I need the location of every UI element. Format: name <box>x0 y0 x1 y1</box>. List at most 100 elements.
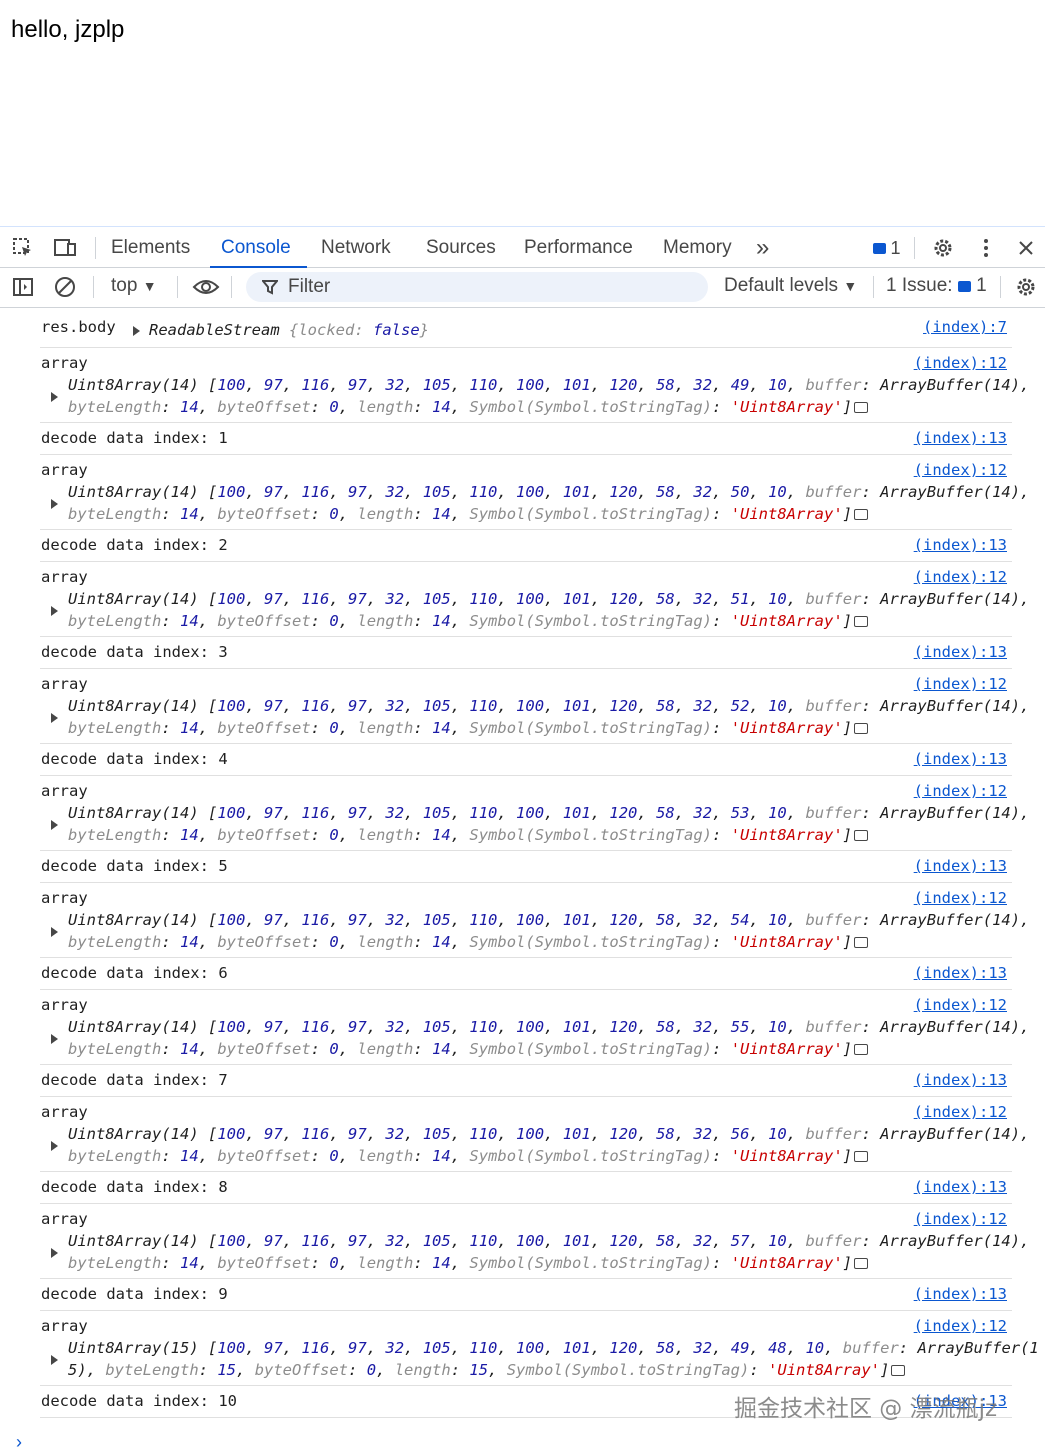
console-settings-gear-icon[interactable] <box>1013 274 1039 300</box>
source-link[interactable]: (index):12 <box>914 568 1007 586</box>
source-link[interactable]: (index):13 <box>914 1285 1007 1303</box>
expand-triangle-icon[interactable] <box>51 499 58 509</box>
source-link[interactable]: (index):12 <box>914 354 1007 372</box>
sidebar-toggle-icon[interactable] <box>10 274 36 300</box>
filter-input[interactable]: Filter <box>246 272 708 302</box>
source-link[interactable]: (index):13 <box>914 429 1007 447</box>
array-preview-line[interactable]: byteLength: 14, byteOffset: 0, length: 1… <box>68 505 869 523</box>
expand-triangle-icon[interactable] <box>51 1248 58 1258</box>
expand-triangle-icon[interactable] <box>51 1141 58 1151</box>
array-preview-line[interactable]: byteLength: 14, byteOffset: 0, length: 1… <box>68 612 869 630</box>
source-link[interactable]: (index):12 <box>914 1317 1007 1335</box>
array-value: 58 <box>656 376 675 394</box>
store-global-icon[interactable] <box>854 402 869 413</box>
source-link[interactable]: (index):12 <box>914 996 1007 1014</box>
array-preview-line[interactable]: Uint8Array(14) [100, 97, 116, 97, 32, 10… <box>68 911 1029 929</box>
source-link[interactable]: (index):13 <box>914 750 1007 768</box>
expand-triangle-icon[interactable] <box>51 927 58 937</box>
array-value: 32 <box>693 697 713 715</box>
array-preview-line[interactable]: Uint8Array(14) [100, 97, 116, 97, 32, 10… <box>68 697 1029 715</box>
store-global-icon[interactable] <box>854 1151 869 1162</box>
array-preview-line[interactable]: Uint8Array(14) [100, 97, 116, 97, 32, 10… <box>68 1232 1029 1250</box>
tab-performance[interactable]: Performance <box>524 227 633 268</box>
source-link[interactable]: (index):7 <box>923 318 1007 336</box>
store-global-icon[interactable] <box>891 1365 906 1376</box>
issues-button[interactable]: 1 Issue: 1 <box>886 275 987 297</box>
more-options-icon[interactable] <box>973 235 999 261</box>
array-preview-line[interactable]: Uint8Array(14) [100, 97, 116, 97, 32, 10… <box>68 483 1029 501</box>
expand-triangle-icon[interactable] <box>51 392 58 402</box>
store-global-icon[interactable] <box>854 1258 869 1269</box>
expand-triangle-icon[interactable] <box>51 820 58 830</box>
prop-key: Symbol(Symbol.toStringTag) <box>469 398 713 416</box>
live-expression-eye-icon[interactable] <box>191 274 221 300</box>
array-preview-line[interactable]: byteLength: 14, byteOffset: 0, length: 1… <box>68 1040 869 1058</box>
tab-sources[interactable]: Sources <box>426 227 496 268</box>
store-global-icon[interactable] <box>854 723 869 734</box>
log-value[interactable]: ReadableStream {locked: false} <box>149 321 429 339</box>
array-preview-line[interactable]: Uint8Array(15) [100, 97, 116, 97, 32, 10… <box>68 1339 1039 1357</box>
array-value: 101 <box>562 911 591 929</box>
store-global-icon[interactable] <box>854 937 869 948</box>
source-link[interactable]: (index):12 <box>914 1103 1007 1121</box>
array-preview-line[interactable]: Uint8Array(14) [100, 97, 116, 97, 32, 10… <box>68 376 1029 394</box>
expand-triangle-icon[interactable] <box>51 606 58 616</box>
log-text: decode data index: <box>41 1071 209 1089</box>
array-value: 100 <box>516 1232 545 1250</box>
prop-value: 'Uint8Array' <box>730 398 843 416</box>
array-preview-line[interactable]: Uint8Array(14) [100, 97, 116, 97, 32, 10… <box>68 1125 1029 1143</box>
source-link[interactable]: (index):13 <box>914 536 1007 554</box>
array-preview-line[interactable]: byteLength: 14, byteOffset: 0, length: 1… <box>68 1254 869 1272</box>
source-link[interactable]: (index):12 <box>914 889 1007 907</box>
source-link[interactable]: (index):13 <box>914 964 1007 982</box>
array-preview-line[interactable]: byteLength: 14, byteOffset: 0, length: 1… <box>68 826 869 844</box>
prop-value: 'Uint8Array' <box>730 612 843 630</box>
source-link[interactable]: (index):13 <box>914 857 1007 875</box>
store-global-icon[interactable] <box>854 616 869 627</box>
source-link[interactable]: (index):12 <box>914 782 1007 800</box>
expand-triangle-icon[interactable] <box>133 326 140 336</box>
device-toolbar-icon[interactable] <box>52 235 78 261</box>
log-levels-dropdown[interactable]: Default levels ▼ <box>724 275 857 297</box>
close-icon[interactable] <box>1013 235 1039 261</box>
array-value: 58 <box>656 1339 675 1357</box>
array-preview-line[interactable]: Uint8Array(14) [100, 97, 116, 97, 32, 10… <box>68 1018 1029 1036</box>
inspect-element-icon[interactable] <box>10 235 36 261</box>
prop-key: length <box>357 719 414 737</box>
source-link[interactable]: (index):12 <box>914 1210 1007 1228</box>
source-link[interactable]: (index):12 <box>914 461 1007 479</box>
clear-console-icon[interactable] <box>52 274 78 300</box>
log-label: array <box>41 675 88 693</box>
store-global-icon[interactable] <box>854 830 869 841</box>
array-value: 32 <box>693 804 713 822</box>
context-selector[interactable]: top ▼ <box>111 275 157 297</box>
tab-console[interactable]: Console <box>210 227 307 268</box>
messages-badge[interactable]: 1 <box>870 235 904 261</box>
source-link[interactable]: (index):12 <box>914 675 1007 693</box>
source-link[interactable]: (index):13 <box>914 1071 1007 1089</box>
more-tabs-icon[interactable]: » <box>756 227 769 268</box>
expand-triangle-icon[interactable] <box>51 1034 58 1044</box>
array-preview-line[interactable]: byteLength: 14, byteOffset: 0, length: 1… <box>68 719 869 737</box>
expand-triangle-icon[interactable] <box>51 713 58 723</box>
tab-elements[interactable]: Elements <box>111 227 190 268</box>
array-value: 10 <box>768 804 787 822</box>
expand-triangle-icon[interactable] <box>51 1355 58 1365</box>
array-preview-line[interactable]: byteLength: 14, byteOffset: 0, length: 1… <box>68 398 869 416</box>
issue-icon <box>957 281 971 292</box>
array-preview-line[interactable]: Uint8Array(14) [100, 97, 116, 97, 32, 10… <box>68 804 1029 822</box>
array-value: 100 <box>516 1125 545 1143</box>
array-preview-line[interactable]: 5), byteLength: 15, byteOffset: 0, lengt… <box>68 1361 906 1379</box>
tab-memory[interactable]: Memory <box>663 227 732 268</box>
source-link[interactable]: (index):13 <box>914 643 1007 661</box>
prop-key: Symbol(Symbol.toStringTag) <box>469 1040 713 1058</box>
store-global-icon[interactable] <box>854 509 869 520</box>
array-value: 32 <box>693 483 713 501</box>
settings-gear-icon[interactable] <box>930 235 956 261</box>
array-preview-line[interactable]: Uint8Array(14) [100, 97, 116, 97, 32, 10… <box>68 590 1029 608</box>
source-link[interactable]: (index):13 <box>914 1178 1007 1196</box>
array-preview-line[interactable]: byteLength: 14, byteOffset: 0, length: 1… <box>68 933 869 951</box>
tab-network[interactable]: Network <box>321 227 391 268</box>
store-global-icon[interactable] <box>854 1044 869 1055</box>
array-preview-line[interactable]: byteLength: 14, byteOffset: 0, length: 1… <box>68 1147 869 1165</box>
